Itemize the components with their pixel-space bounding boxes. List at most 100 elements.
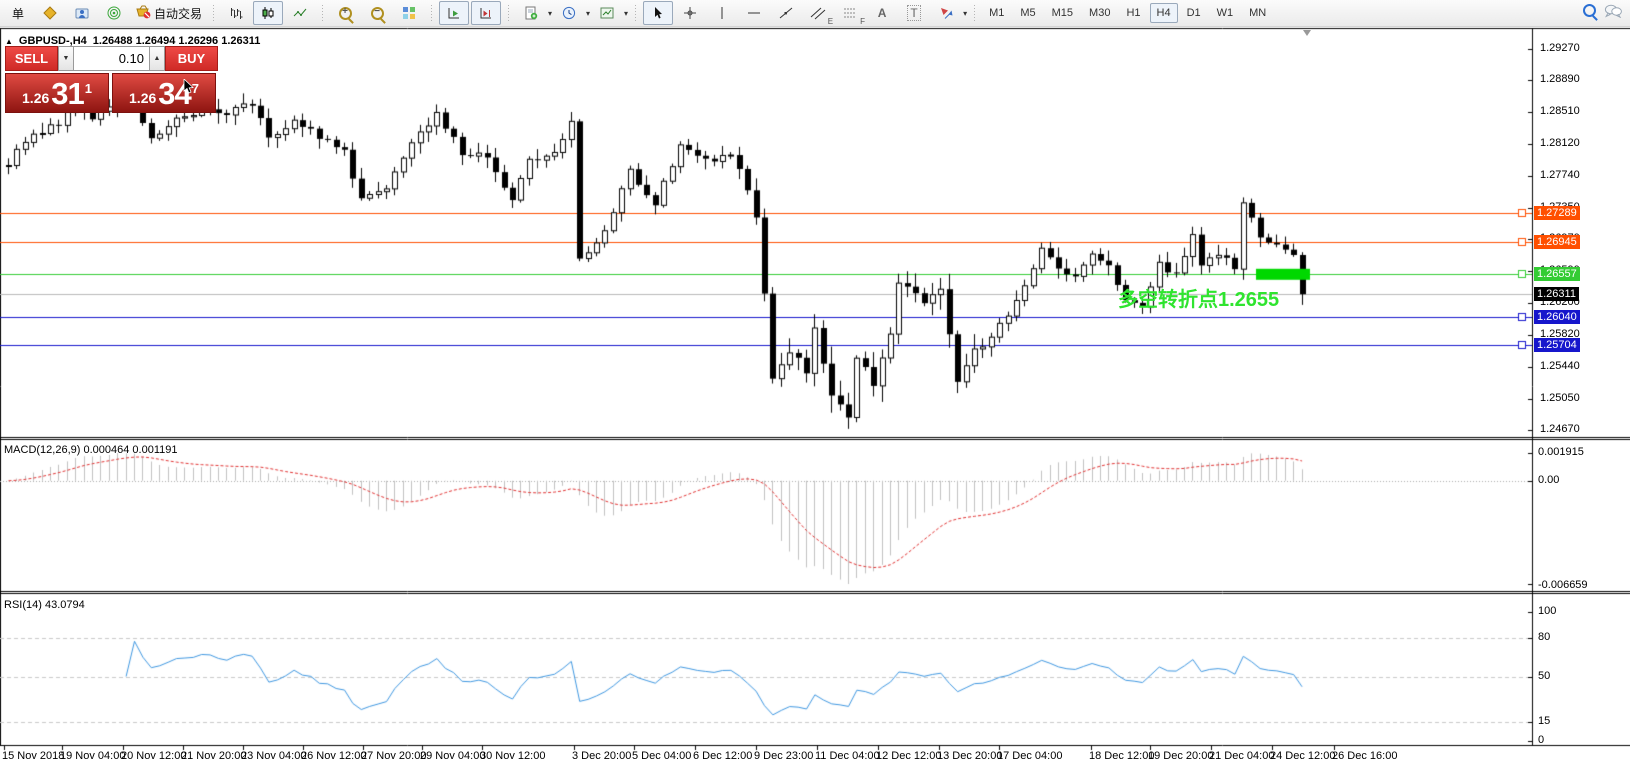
collapse-panel-arrow[interactable]: ▲ (5, 37, 13, 46)
timeframe-h1[interactable]: H1 (1119, 3, 1147, 23)
mouse-cursor (183, 79, 195, 95)
price-tick-label: 1.24670 (1540, 423, 1580, 435)
search-icon[interactable] (1583, 4, 1596, 22)
accounts-icon[interactable] (67, 1, 97, 25)
fibo-sub-label: F (860, 17, 865, 26)
rsi-scale-label: 100 (1538, 605, 1556, 617)
macd-indicator-label: MACD(12,26,9) 0.000464 0.001191 (4, 444, 177, 456)
timeframe-h4[interactable]: H4 (1150, 3, 1178, 23)
candlestick-chart-icon[interactable] (253, 1, 283, 25)
bar-chart-icon[interactable] (221, 1, 251, 25)
time-tick-label: 23 Nov 04:00 (241, 750, 306, 762)
toolbar-grip (633, 4, 638, 22)
price-level-tag: 1.27289 (1534, 206, 1580, 220)
time-tick-label: 30 Nov 12:00 (480, 750, 545, 762)
timeframe-w1[interactable]: W1 (1210, 3, 1241, 23)
line-chart-icon[interactable] (285, 1, 315, 25)
sell-price-box[interactable]: 1.26 31 1 (5, 73, 109, 113)
trendline-icon[interactable] (771, 1, 801, 25)
new-order-button[interactable]: 单 (3, 1, 33, 25)
arrows-icon[interactable] (931, 1, 961, 25)
volume-input[interactable] (74, 46, 149, 71)
buy-button[interactable]: BUY (165, 46, 218, 71)
text-label-icon[interactable]: T (899, 1, 929, 25)
vertical-line-icon[interactable] (707, 1, 737, 25)
signals-icon[interactable] (99, 1, 129, 25)
timeframe-m30[interactable]: M30 (1082, 3, 1117, 23)
volume-increase-button[interactable]: ▲ (149, 46, 165, 71)
timeframe-mn[interactable]: MN (1242, 3, 1273, 23)
timeframe-m1[interactable]: M1 (982, 3, 1011, 23)
time-tick-label: 13 Dec 20:00 (937, 750, 1002, 762)
autotrading-button[interactable]: 自动交易 (131, 1, 206, 25)
zoom-out-icon[interactable]: − (362, 1, 392, 25)
time-tick-label: 27 Nov 20:00 (361, 750, 426, 762)
rsi-scale-label: 15 (1538, 715, 1550, 727)
mt4-window: 单 自动交易 + − (0, 0, 1630, 771)
text-icon[interactable]: A (867, 1, 897, 25)
volume-decrease-button[interactable]: ▼ (58, 46, 74, 71)
time-tick-label: 24 Dec 12:00 (1270, 750, 1335, 762)
chart-window[interactable]: ▲ GBPUSD-,H4 1.26488 1.26494 1.26296 1.2… (0, 27, 1630, 771)
time-tick-label: 12 Dec 12:00 (876, 750, 941, 762)
templates-dropdown-caret[interactable]: ▾ (623, 9, 629, 18)
new-order-label: 单 (12, 5, 24, 22)
autotrading-label: 自动交易 (154, 5, 202, 22)
price-tick-label: 1.28510 (1540, 105, 1580, 117)
rsi-scale-label: 0 (1538, 734, 1544, 746)
sell-price-pips: 31 (51, 79, 83, 109)
price-level-tag: 1.26945 (1534, 235, 1580, 249)
timeframe-m15[interactable]: M15 (1045, 3, 1080, 23)
fibonacci-icon[interactable]: F (835, 1, 865, 25)
time-tick-label: 19 Dec 20:00 (1148, 750, 1213, 762)
pivot-annotation: 多空转折点1.2655 (1118, 283, 1279, 312)
time-tick-label: 11 Dec 04:00 (815, 750, 880, 762)
chart-shift-marker[interactable] (1303, 30, 1311, 36)
bid-price-tag: 1.26311 (1534, 287, 1579, 301)
time-tick-label: 17 Dec 04:00 (997, 750, 1062, 762)
cursor-icon[interactable] (643, 1, 673, 25)
chart-shift-icon[interactable] (471, 1, 501, 25)
new-chart-dropdown-caret[interactable]: ▾ (547, 9, 553, 18)
horizontal-line-icon[interactable] (739, 1, 769, 25)
time-tick-label: 6 Dec 12:00 (693, 750, 752, 762)
equidistant-channel-icon[interactable]: E (803, 1, 833, 25)
price-level-tag: 1.25704 (1534, 338, 1580, 352)
price-tick-label: 1.29270 (1540, 42, 1580, 54)
arrows-dropdown-caret[interactable]: ▾ (962, 9, 968, 18)
time-tick-label: 3 Dec 20:00 (572, 750, 631, 762)
gold-ticket-icon[interactable] (35, 1, 65, 25)
buy-price-base: 1.26 (129, 87, 156, 109)
time-tick-label: 15 Nov 2018 (2, 750, 64, 762)
sell-button[interactable]: SELL (5, 46, 58, 71)
time-tick-label: 9 Dec 23:00 (754, 750, 813, 762)
time-tick-label: 5 Dec 04:00 (632, 750, 691, 762)
timeframe-d1[interactable]: D1 (1180, 3, 1208, 23)
toolbar-grip (429, 4, 434, 22)
toolbar-grip (320, 4, 325, 22)
new-chart-icon[interactable] (516, 1, 546, 25)
autotrading-basket-icon (135, 5, 151, 22)
crosshair-icon[interactable] (675, 1, 705, 25)
auto-scroll-icon[interactable] (439, 1, 469, 25)
community-icon[interactable] (1604, 4, 1622, 23)
time-tick-label: 26 Nov 12:00 (301, 750, 366, 762)
periods-dropdown-caret[interactable]: ▾ (585, 9, 591, 18)
periods-icon[interactable] (554, 1, 584, 25)
time-tick-label: 26 Dec 16:00 (1332, 750, 1397, 762)
sell-price-point: 1 (85, 81, 92, 96)
templates-icon[interactable] (592, 1, 622, 25)
tile-windows-icon[interactable] (394, 1, 424, 25)
zoom-in-icon[interactable]: + (330, 1, 360, 25)
buy-price-box[interactable]: 1.26 34 7 (112, 73, 216, 113)
price-level-tag: 1.26040 (1534, 310, 1580, 324)
timeframe-m5[interactable]: M5 (1013, 3, 1042, 23)
macd-min-label: -0.006659 (1538, 579, 1588, 591)
price-tick-label: 1.28120 (1540, 137, 1580, 149)
price-tick-label: 1.25440 (1540, 360, 1580, 372)
macd-max-label: 0.001915 (1538, 446, 1584, 458)
toolbar-grip (972, 4, 977, 22)
rsi-scale-label: 50 (1538, 670, 1550, 682)
time-tick-label: 18 Dec 12:00 (1089, 750, 1154, 762)
chart-canvas[interactable] (0, 27, 1630, 751)
